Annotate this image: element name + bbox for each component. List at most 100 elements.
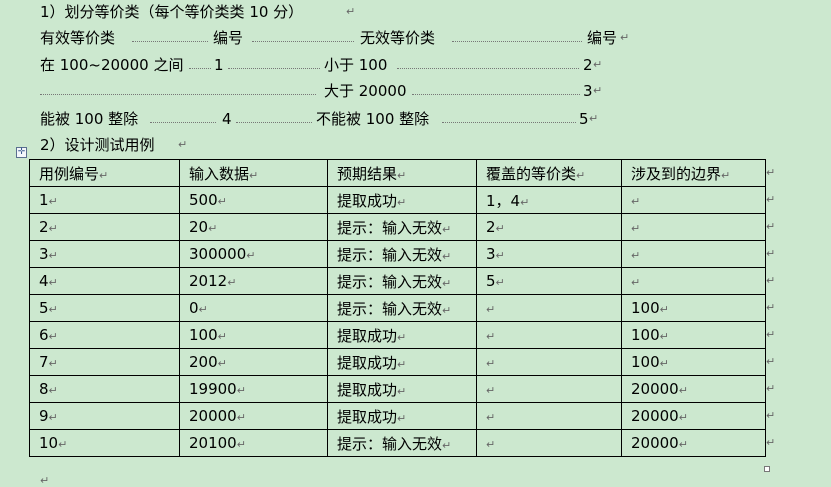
boundary-cell[interactable]: 100↵ [621,321,766,349]
boundary-cell[interactable]: ↵ [621,267,766,295]
paragraph-mark: ↵ [40,474,50,487]
cell-text: 20000 [189,407,237,425]
table-move-handle-icon[interactable]: ✛ [16,147,27,158]
valid-class-header: 有效等价类 [40,29,116,47]
boundary-cell[interactable]: 20000↵ [621,429,766,457]
boundary-cell[interactable]: 20000↵ [621,402,766,430]
cell-text: 覆盖的等价类 [486,164,577,183]
input-data-cell[interactable]: 300000↵ [179,240,328,268]
cell-end-mark: ↵ [48,249,58,262]
input-data-cell[interactable]: 20000↵ [179,402,328,430]
case-id-cell[interactable]: 1↵ [29,186,180,214]
cell-end-mark: ↵ [236,438,246,451]
cell-end-mark: ↵ [631,222,641,235]
valid-id-header: 编号 [213,29,244,47]
case-id-cell[interactable]: 8↵ [29,375,180,403]
table-row: 9↵ 20000↵ 提取成功↵ ↵ 20000↵ [29,402,766,430]
covered-class-cell[interactable]: 1，4↵ [476,186,622,214]
cell-text: 20000 [631,407,679,425]
expected-result-cell[interactable]: 提取成功↵ [327,186,477,214]
paragraph-mark: ↵ [593,84,603,97]
covered-class-cell[interactable]: ↵ [476,429,622,457]
covered-class-cell[interactable]: ↵ [476,294,622,322]
input-data-cell[interactable]: 19900↵ [179,375,328,403]
boundary-cell[interactable]: ↵ [621,240,766,268]
covered-class-cell[interactable]: ↵ [476,321,622,349]
input-data-cell[interactable]: 100↵ [179,321,328,349]
cell-end-mark: ↵ [48,303,58,316]
column-header[interactable]: 涉及到的边界↵ [621,159,766,187]
input-data-cell[interactable]: 20↵ [179,213,328,241]
input-data-cell[interactable]: 20100↵ [179,429,328,457]
cell-end-mark: ↵ [442,222,452,236]
expected-result-cell[interactable]: 提取成功↵ [327,321,477,349]
covered-class-cell[interactable]: ↵ [476,402,622,430]
covered-class-cell[interactable]: 5↵ [476,267,622,295]
expected-result-cell[interactable]: 提取成功↵ [327,348,477,376]
case-id-cell[interactable]: 7↵ [29,348,180,376]
boundary-cell[interactable]: 20000↵ [621,375,766,403]
tab-leader-dots [236,122,312,123]
column-header[interactable]: 输入数据↵ [179,159,328,187]
case-id-cell[interactable]: 3↵ [29,240,180,268]
cell-text: 提示：输入无效 [337,434,443,453]
cell-text: 20 [189,218,209,236]
boundary-cell[interactable]: 100↵ [621,294,766,322]
cell-text: 20100 [189,434,237,452]
paragraph-mark: ↵ [178,138,188,151]
boundary-cell[interactable]: ↵ [621,186,766,214]
case-id-cell[interactable]: 9↵ [29,402,180,430]
boundary-cell[interactable]: 100↵ [621,348,766,376]
tab-leader-dots [452,41,582,42]
column-header[interactable]: 用例编号↵ [29,159,180,187]
cell-text: 100 [189,326,218,344]
case-id-cell[interactable]: 4↵ [29,267,180,295]
paragraph-mark: ↵ [589,112,599,125]
cell-text: 1 [39,191,49,209]
table-resize-handle[interactable] [764,466,770,472]
cell-text: 20000 [631,434,679,452]
cell-end-mark: ↵ [397,411,407,425]
input-data-cell[interactable]: 200↵ [179,348,328,376]
cell-end-mark: ↵ [486,330,496,343]
expected-result-cell[interactable]: 提取成功↵ [327,402,477,430]
cell-text: 提示：输入无效 [337,245,443,264]
section1-heading: 1）划分等价类（每个等价类类 10 分） [40,3,304,21]
cell-end-mark: ↵ [99,168,109,182]
cell-text: 提示：输入无效 [337,218,443,237]
cell-end-mark: ↵ [631,195,641,208]
expected-result-cell[interactable]: 提示：输入无效↵ [327,294,477,322]
expected-result-cell[interactable]: 提取成功↵ [327,375,477,403]
case-id-cell[interactable]: 5↵ [29,294,180,322]
cell-text: 预期结果 [337,164,398,183]
cell-end-mark: ↵ [659,357,669,370]
column-header[interactable]: 预期结果↵ [327,159,477,187]
tab-leader-dots [40,94,316,95]
covered-class-cell[interactable]: 3↵ [476,240,622,268]
invalid-id-cell: 5 [579,110,589,128]
covered-class-cell[interactable]: ↵ [476,375,622,403]
case-id-cell[interactable]: 10↵ [29,429,180,457]
cell-text: 9 [39,407,49,425]
boundary-cell[interactable]: ↵ [621,213,766,241]
expected-result-cell[interactable]: 提示：输入无效↵ [327,240,477,268]
expected-result-cell[interactable]: 提示：输入无效↵ [327,429,477,457]
table-row: 8↵ 19900↵ 提取成功↵ ↵ 20000↵ [29,375,766,403]
case-id-cell[interactable]: 2↵ [29,213,180,241]
column-header[interactable]: 覆盖的等价类↵ [476,159,622,187]
covered-class-cell[interactable]: ↵ [476,348,622,376]
covered-class-cell[interactable]: 2↵ [476,213,622,241]
invalid-id-cell: 3 [583,82,593,100]
cell-end-mark: ↵ [442,438,452,452]
expected-result-cell[interactable]: 提示：输入无效↵ [327,267,477,295]
expected-result-cell[interactable]: 提示：输入无效↵ [327,213,477,241]
cell-end-mark: ↵ [442,303,452,317]
input-data-cell[interactable]: 0↵ [179,294,328,322]
case-id-cell[interactable]: 6↵ [29,321,180,349]
input-data-cell[interactable]: 2012↵ [179,267,328,295]
cell-end-mark: ↵ [397,168,407,182]
table-row: 7↵ 200↵ 提取成功↵ ↵ 100↵ [29,348,766,376]
cell-text: 提取成功 [337,407,398,426]
cell-end-mark: ↵ [208,222,218,235]
input-data-cell[interactable]: 500↵ [179,186,328,214]
